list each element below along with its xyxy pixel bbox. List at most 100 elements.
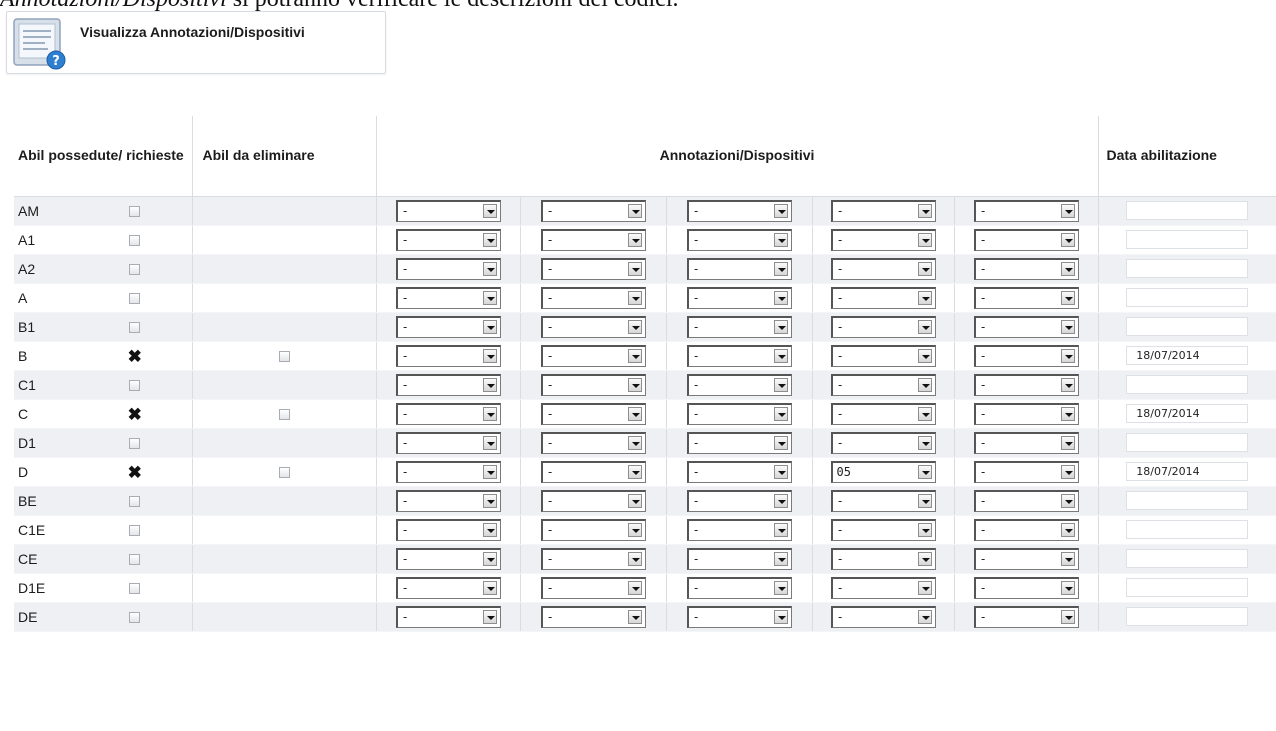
chevron-down-icon[interactable] — [917, 580, 932, 595]
chevron-down-icon[interactable] — [1060, 435, 1075, 450]
annotation-select-3[interactable]: - — [686, 489, 792, 512]
chevron-down-icon[interactable] — [482, 348, 497, 363]
chevron-down-icon[interactable] — [917, 232, 932, 247]
view-annotations-button[interactable]: ? Visualizza Annotazioni/Dispositivi — [6, 11, 386, 74]
chevron-down-icon[interactable] — [917, 609, 932, 624]
annotation-select-1[interactable]: - — [395, 373, 501, 396]
annotation-select-1[interactable]: - — [395, 344, 501, 367]
chevron-down-icon[interactable] — [773, 319, 788, 334]
chevron-down-icon[interactable] — [917, 493, 932, 508]
annotation-select-5[interactable]: - — [973, 431, 1079, 454]
annotation-select-1[interactable]: - — [395, 228, 501, 251]
annotation-select-5[interactable]: - — [973, 257, 1079, 280]
annotation-select-3[interactable]: - — [686, 431, 792, 454]
chevron-down-icon[interactable] — [482, 232, 497, 247]
request-checkbox[interactable] — [129, 525, 141, 537]
chevron-down-icon[interactable] — [773, 464, 788, 479]
chevron-down-icon[interactable] — [627, 464, 642, 479]
chevron-down-icon[interactable] — [773, 203, 788, 218]
request-checkbox[interactable] — [129, 612, 141, 624]
request-checkbox[interactable] — [129, 293, 141, 305]
request-checkbox[interactable] — [129, 496, 141, 508]
chevron-down-icon[interactable] — [773, 377, 788, 392]
chevron-down-icon[interactable] — [1060, 522, 1075, 537]
chevron-down-icon[interactable] — [482, 493, 497, 508]
chevron-down-icon[interactable] — [482, 319, 497, 334]
chevron-down-icon[interactable] — [627, 261, 642, 276]
chevron-down-icon[interactable] — [917, 551, 932, 566]
chevron-down-icon[interactable] — [917, 319, 932, 334]
chevron-down-icon[interactable] — [1060, 609, 1075, 624]
annotation-select-2[interactable]: - — [540, 228, 646, 251]
annotation-select-4[interactable]: - — [830, 431, 936, 454]
annotation-select-4[interactable]: - — [830, 402, 936, 425]
request-checkbox[interactable] — [129, 583, 141, 595]
request-checkbox[interactable] — [129, 322, 141, 334]
chevron-down-icon[interactable] — [627, 435, 642, 450]
chevron-down-icon[interactable] — [917, 290, 932, 305]
chevron-down-icon[interactable] — [482, 406, 497, 421]
annotation-select-4[interactable]: - — [830, 576, 936, 599]
chevron-down-icon[interactable] — [917, 464, 932, 479]
chevron-down-icon[interactable] — [773, 232, 788, 247]
chevron-down-icon[interactable] — [627, 290, 642, 305]
annotation-select-2[interactable]: - — [540, 576, 646, 599]
annotation-select-2[interactable]: - — [540, 547, 646, 570]
chevron-down-icon[interactable] — [1060, 232, 1075, 247]
annotation-select-2[interactable]: - — [540, 489, 646, 512]
annotation-select-1[interactable]: - — [395, 315, 501, 338]
annotation-select-5[interactable]: - — [973, 199, 1079, 222]
chevron-down-icon[interactable] — [482, 464, 497, 479]
chevron-down-icon[interactable] — [482, 203, 497, 218]
annotation-select-1[interactable]: - — [395, 605, 501, 628]
annotation-select-4[interactable]: - — [830, 518, 936, 541]
annotation-select-1[interactable]: - — [395, 460, 501, 483]
chevron-down-icon[interactable] — [482, 580, 497, 595]
annotation-select-1[interactable]: - — [395, 431, 501, 454]
chevron-down-icon[interactable] — [917, 377, 932, 392]
chevron-down-icon[interactable] — [627, 377, 642, 392]
annotation-select-1[interactable]: - — [395, 489, 501, 512]
remove-checkbox[interactable] — [278, 467, 290, 479]
chevron-down-icon[interactable] — [1060, 319, 1075, 334]
annotation-select-4[interactable]: - — [830, 315, 936, 338]
chevron-down-icon[interactable] — [1060, 580, 1075, 595]
chevron-down-icon[interactable] — [773, 551, 788, 566]
chevron-down-icon[interactable] — [917, 522, 932, 537]
chevron-down-icon[interactable] — [627, 580, 642, 595]
chevron-down-icon[interactable] — [627, 609, 642, 624]
chevron-down-icon[interactable] — [773, 261, 788, 276]
annotation-select-5[interactable]: - — [973, 373, 1079, 396]
chevron-down-icon[interactable] — [627, 348, 642, 363]
annotation-select-4[interactable]: - — [830, 547, 936, 570]
chevron-down-icon[interactable] — [627, 406, 642, 421]
annotation-select-2[interactable]: - — [540, 518, 646, 541]
annotation-select-2[interactable]: - — [540, 431, 646, 454]
chevron-down-icon[interactable] — [1060, 203, 1075, 218]
chevron-down-icon[interactable] — [627, 522, 642, 537]
annotation-select-1[interactable]: - — [395, 257, 501, 280]
chevron-down-icon[interactable] — [627, 203, 642, 218]
request-checkbox[interactable] — [129, 206, 141, 218]
annotation-select-1[interactable]: - — [395, 286, 501, 309]
annotation-select-1[interactable]: - — [395, 547, 501, 570]
annotation-select-3[interactable]: - — [686, 373, 792, 396]
annotation-select-2[interactable]: - — [540, 199, 646, 222]
annotation-select-5[interactable]: - — [973, 315, 1079, 338]
chevron-down-icon[interactable] — [773, 580, 788, 595]
annotation-select-4[interactable]: - — [830, 199, 936, 222]
chevron-down-icon[interactable] — [773, 609, 788, 624]
remove-checkbox[interactable] — [278, 409, 290, 421]
annotation-select-3[interactable]: - — [686, 402, 792, 425]
annotation-select-3[interactable]: - — [686, 257, 792, 280]
annotation-select-2[interactable]: - — [540, 460, 646, 483]
annotation-select-2[interactable]: - — [540, 257, 646, 280]
annotation-select-1[interactable]: - — [395, 199, 501, 222]
chevron-down-icon[interactable] — [627, 319, 642, 334]
chevron-down-icon[interactable] — [482, 551, 497, 566]
annotation-select-4[interactable]: - — [830, 489, 936, 512]
annotation-select-2[interactable]: - — [540, 344, 646, 367]
request-checkbox[interactable] — [129, 264, 141, 276]
request-checkbox[interactable] — [129, 438, 141, 450]
annotation-select-3[interactable]: - — [686, 547, 792, 570]
